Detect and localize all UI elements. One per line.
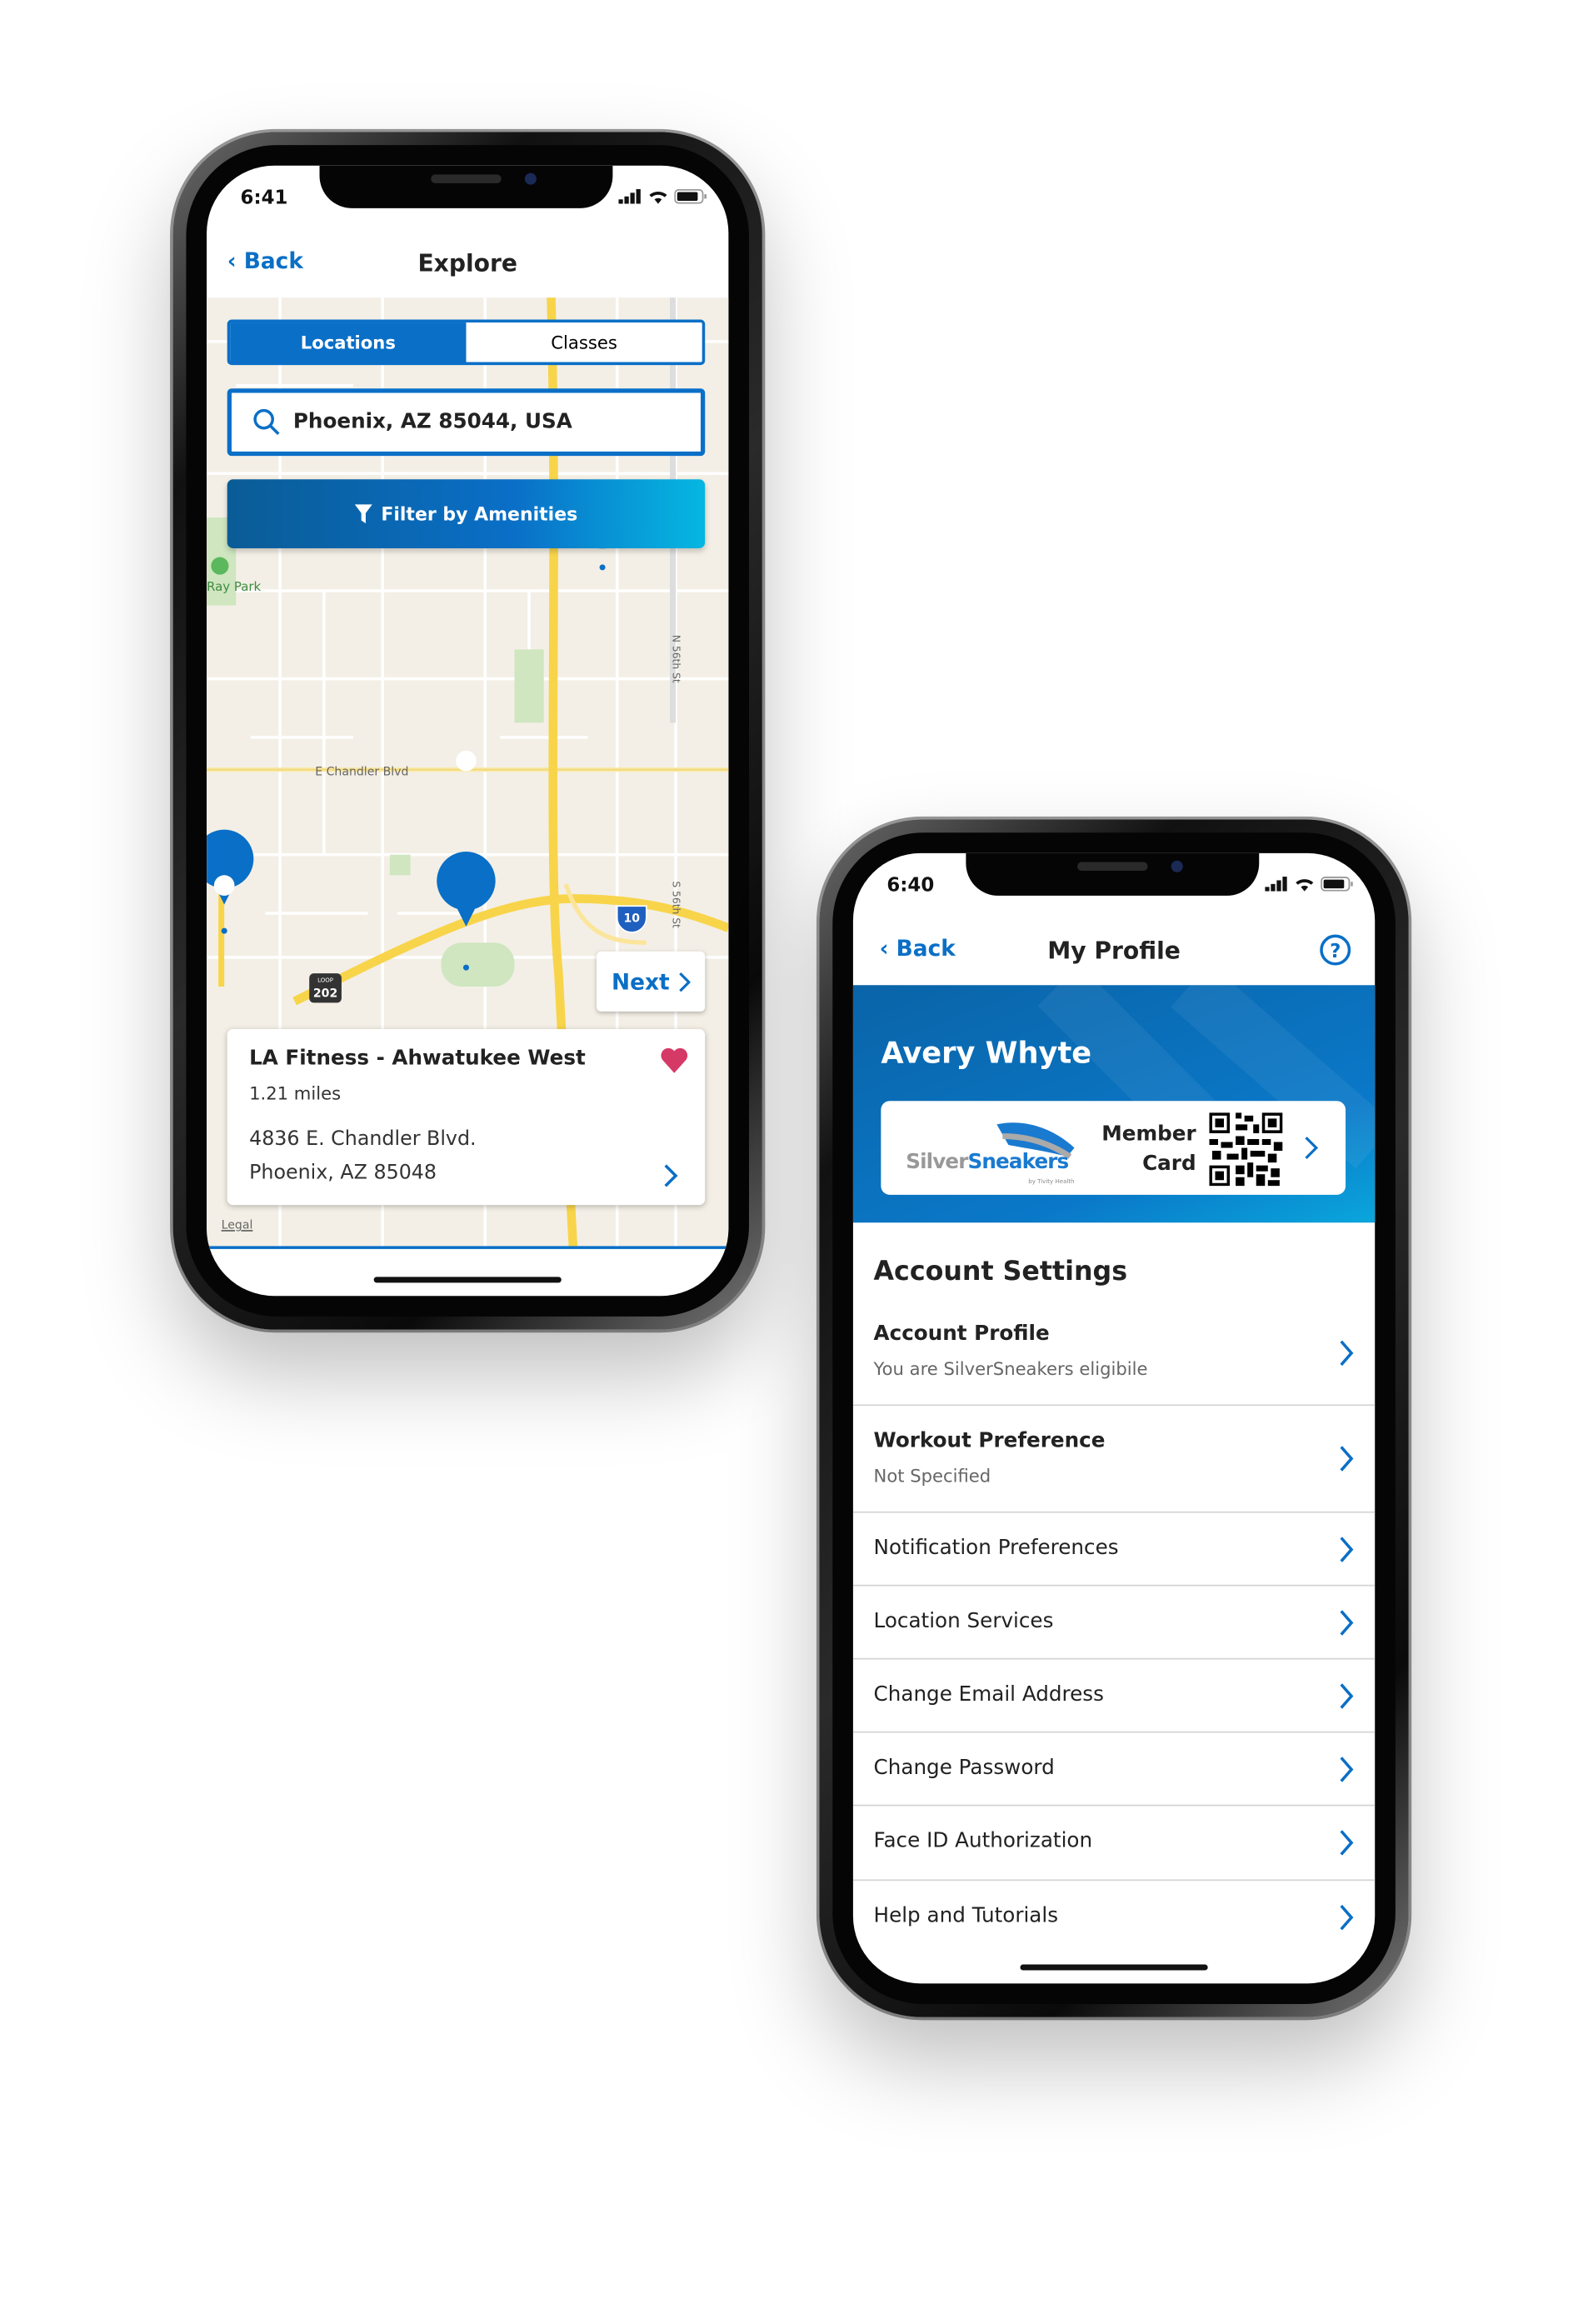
wifi-icon (1296, 879, 1314, 892)
battery-icon (1321, 877, 1353, 892)
profile-header: Avery Whyte SilverSneakers by Tivity Hea… (852, 985, 1376, 1223)
segmented-control: Locations Classes (227, 319, 706, 366)
profile-screen: 6:40 ‹ Back My Profile ? Avery Whyte Sil… (852, 852, 1376, 1984)
search-icon (253, 408, 280, 435)
status-time: 6:41 (240, 187, 288, 210)
wifi-icon (649, 191, 667, 204)
chevron-right-icon (1340, 1904, 1354, 1931)
next-button[interactable]: Next (597, 951, 706, 1012)
chevron-right-icon (678, 972, 691, 992)
svg-text:10: 10 (623, 912, 640, 926)
silversneakers-logo: SilverSneakers by Tivity Health (906, 1116, 1075, 1189)
chevron-right-icon (1340, 1757, 1354, 1782)
svg-text:202: 202 (313, 987, 337, 1000)
filter-icon (354, 504, 372, 524)
heart-icon[interactable] (660, 1047, 689, 1073)
map-pin[interactable] (207, 829, 254, 934)
signal-icon (618, 188, 641, 204)
home-indicator (373, 1277, 562, 1283)
status-icons (618, 188, 707, 204)
member-card-button[interactable]: SilverSneakers by Tivity Health Member C… (881, 1101, 1346, 1195)
section-title: Account Settings (873, 1256, 1128, 1287)
filter-by-amenities-button[interactable]: Filter by Amenities (227, 479, 706, 548)
svg-text:LOOP: LOOP (317, 977, 333, 984)
chevron-right-icon (664, 1164, 678, 1187)
svg-text:E Chandler Blvd: E Chandler Blvd (315, 766, 408, 779)
legal-link[interactable]: Legal (222, 1218, 253, 1232)
explore-screen: 6:41 ‹ Back Explore LOOP 202 10 Ray Park… (207, 165, 729, 1297)
phone-profile: 6:40 ‹ Back My Profile ? Avery Whyte Sil… (819, 819, 1409, 2017)
chevron-right-icon (1305, 1137, 1319, 1159)
settings-item-face-id[interactable]: Face ID Authorization (852, 1806, 1376, 1882)
qr-code-icon (1209, 1112, 1283, 1187)
notch (319, 165, 613, 208)
svg-text:?: ? (1330, 941, 1341, 962)
svg-text:Ray Park: Ray Park (207, 579, 261, 594)
settings-item-change-email[interactable]: Change Email Address (852, 1660, 1376, 1733)
svg-text:S 56th St: S 56th St (671, 881, 682, 928)
chevron-right-icon (1340, 1610, 1354, 1636)
settings-item-account-profile[interactable]: Account Profile You are SilverSneakers e… (852, 1307, 1376, 1407)
chevron-right-icon (1340, 1446, 1354, 1472)
battery-icon (674, 188, 707, 204)
user-name: Avery Whyte (881, 1035, 1092, 1071)
page-title: Explore (417, 249, 517, 277)
phone-explore: 6:41 ‹ Back Explore LOOP 202 10 Ray Park… (172, 132, 762, 1330)
settings-item-workout-preference[interactable]: Workout Preference Not Specified (852, 1406, 1376, 1513)
status-icons (1265, 877, 1353, 892)
park-icon (211, 557, 229, 575)
home-indicator (1020, 1964, 1208, 1971)
chevron-right-icon (1340, 1830, 1354, 1856)
page-title: My Profile (1047, 937, 1181, 965)
signal-icon (1265, 877, 1287, 892)
settings-item-help-tutorials[interactable]: Help and Tutorials (853, 1881, 1375, 1954)
settings-item-location-services[interactable]: Location Services (852, 1587, 1376, 1660)
question-circle-icon[interactable]: ? (1319, 934, 1351, 967)
chevron-right-icon (1340, 1340, 1354, 1367)
settings-item-change-password[interactable]: Change Password (852, 1732, 1376, 1807)
location-card[interactable]: LA Fitness - Ahwatukee West 1.21 miles 4… (227, 1029, 706, 1206)
notch (966, 852, 1260, 896)
status-time: 6:40 (886, 875, 935, 897)
divider (207, 1246, 729, 1249)
tab-classes[interactable]: Classes (466, 322, 702, 362)
search-input[interactable]: Phoenix, AZ 85044, USA (227, 388, 706, 457)
tab-locations[interactable]: Locations (230, 322, 467, 362)
settings-item-notification-preferences[interactable]: Notification Preferences (852, 1513, 1376, 1587)
chevron-right-icon (1340, 1683, 1354, 1709)
chevron-right-icon (1340, 1537, 1354, 1562)
svg-text:N 56th St: N 56th St (671, 635, 682, 683)
